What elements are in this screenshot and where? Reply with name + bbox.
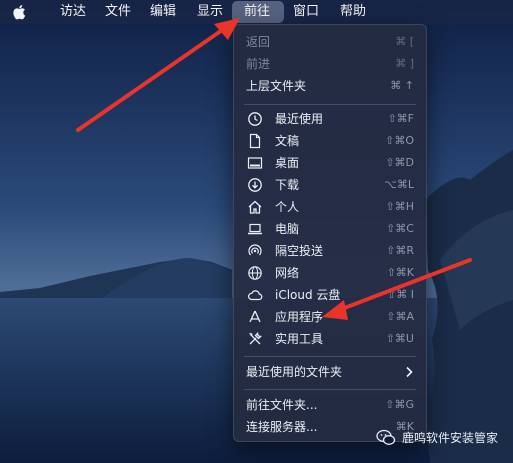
menu-item-connect-to-server[interactable]: 连接服务器... ⌘K xyxy=(234,416,426,438)
airdrop-icon xyxy=(248,244,262,256)
home-icon xyxy=(248,200,262,214)
menu-go[interactable]: 前往 xyxy=(244,0,270,24)
menu-item-airdrop[interactable]: 隔空投送 ⇧⌘R xyxy=(234,240,426,262)
menu-item-enclosing-folder[interactable]: 上层文件夹 ⌘ ↑ xyxy=(234,75,426,97)
tools-icon xyxy=(249,331,263,345)
wechat-icon xyxy=(376,429,396,445)
shortcut: ⇧⌘R xyxy=(386,244,414,257)
shortcut: ⇧⌘K xyxy=(386,266,414,279)
menu-item-label: 下载 xyxy=(275,178,300,192)
menu-file[interactable]: 文件 xyxy=(105,0,131,24)
menu-item-computer[interactable]: 电脑 ⇧⌘C xyxy=(234,218,426,240)
shortcut: ⇧⌘D xyxy=(385,156,414,169)
menu-item-network[interactable]: 网络 ⇧⌘K xyxy=(234,262,426,284)
menu-item-label: 前往文件夹... xyxy=(246,398,318,412)
menu-item-label: 个人 xyxy=(275,200,300,214)
menu-edit[interactable]: 编辑 xyxy=(150,0,176,24)
shortcut: ⇧⌘H xyxy=(385,200,415,213)
menu-item-applications[interactable]: 应用程序 ⇧⌘A xyxy=(234,306,426,328)
shortcut: ⌘ ] xyxy=(395,57,414,70)
menu-item-label: 最近使用 xyxy=(275,112,324,126)
menu-finder[interactable]: 访达 xyxy=(60,0,86,24)
shortcut: ⇧⌘U xyxy=(385,332,414,345)
shortcut: ⇧⌘A xyxy=(386,310,414,323)
menu-item-label: 最近使用的文件夹 xyxy=(246,365,343,379)
menu-item-label: 电脑 xyxy=(275,222,300,236)
apple-icon[interactable] xyxy=(12,3,28,21)
applications-icon xyxy=(249,310,261,323)
clock-icon xyxy=(248,112,262,126)
menu-item-recents[interactable]: 最近使用 ⇧⌘F xyxy=(234,108,426,130)
menu-item-label: iCloud 云盘 xyxy=(275,288,341,302)
menu-bar: 访达 文件 编辑 显示 前往 窗口 帮助 xyxy=(0,0,513,24)
laptop-icon xyxy=(248,223,262,235)
menu-view[interactable]: 显示 xyxy=(197,0,223,24)
menu-separator xyxy=(244,356,416,357)
menu-item-forward[interactable]: 前进 ⌘ ] xyxy=(234,53,426,75)
menu-item-label: 返回 xyxy=(246,35,271,49)
desktop-icon xyxy=(247,157,263,169)
go-menu-dropdown: 返回 ⌘ [ 前进 ⌘ ] 上层文件夹 ⌘ ↑ 最近使用 ⇧⌘F 文稿 ⇧⌘O … xyxy=(233,24,427,442)
menu-item-label: 上层文件夹 xyxy=(246,79,307,93)
menu-separator xyxy=(244,389,416,390)
shortcut: ⇧⌘ I xyxy=(387,288,414,301)
document-icon xyxy=(249,133,261,149)
menu-window[interactable]: 窗口 xyxy=(293,0,319,24)
menu-item-label: 应用程序 xyxy=(275,310,324,324)
cloud-icon xyxy=(248,290,263,301)
globe-icon xyxy=(248,266,262,280)
watermark-text: 鹿鸣软件安装管家 xyxy=(402,431,499,445)
shortcut: ⇧⌘G xyxy=(385,398,414,411)
menu-item-desktop[interactable]: 桌面 ⇧⌘D xyxy=(234,152,426,174)
chevron-right-icon xyxy=(406,366,413,378)
menu-item-icloud-drive[interactable]: iCloud 云盘 ⇧⌘ I xyxy=(234,284,426,306)
menu-item-label: 前进 xyxy=(246,57,271,71)
menu-separator xyxy=(244,104,416,105)
menu-item-label: 文稿 xyxy=(275,134,300,148)
menu-item-label: 网络 xyxy=(275,266,300,280)
menu-item-documents[interactable]: 文稿 ⇧⌘O xyxy=(234,130,426,152)
menu-help[interactable]: 帮助 xyxy=(340,0,366,24)
shortcut: ⌥⌘L xyxy=(384,178,414,191)
menu-item-downloads[interactable]: 下载 ⌥⌘L xyxy=(234,174,426,196)
menu-item-back[interactable]: 返回 ⌘ [ xyxy=(234,31,426,53)
shortcut: ⌘ [ xyxy=(395,35,414,48)
menu-item-label: 连接服务器... xyxy=(246,420,318,434)
download-icon xyxy=(248,178,262,192)
shortcut: ⇧⌘O xyxy=(385,134,414,147)
menu-item-go-to-folder[interactable]: 前往文件夹... ⇧⌘G xyxy=(234,394,426,416)
shortcut: ⇧⌘F xyxy=(387,112,414,125)
menu-item-label: 隔空投送 xyxy=(275,244,324,258)
shortcut: ⇧⌘C xyxy=(386,222,414,235)
menu-item-label: 桌面 xyxy=(275,156,300,170)
menu-item-utilities[interactable]: 实用工具 ⇧⌘U xyxy=(234,328,426,350)
menu-item-home[interactable]: 个人 ⇧⌘H xyxy=(234,196,426,218)
shortcut: ⌘ ↑ xyxy=(390,79,414,92)
menu-item-recent-folders[interactable]: 最近使用的文件夹 xyxy=(234,361,426,383)
menu-item-label: 实用工具 xyxy=(275,332,324,346)
